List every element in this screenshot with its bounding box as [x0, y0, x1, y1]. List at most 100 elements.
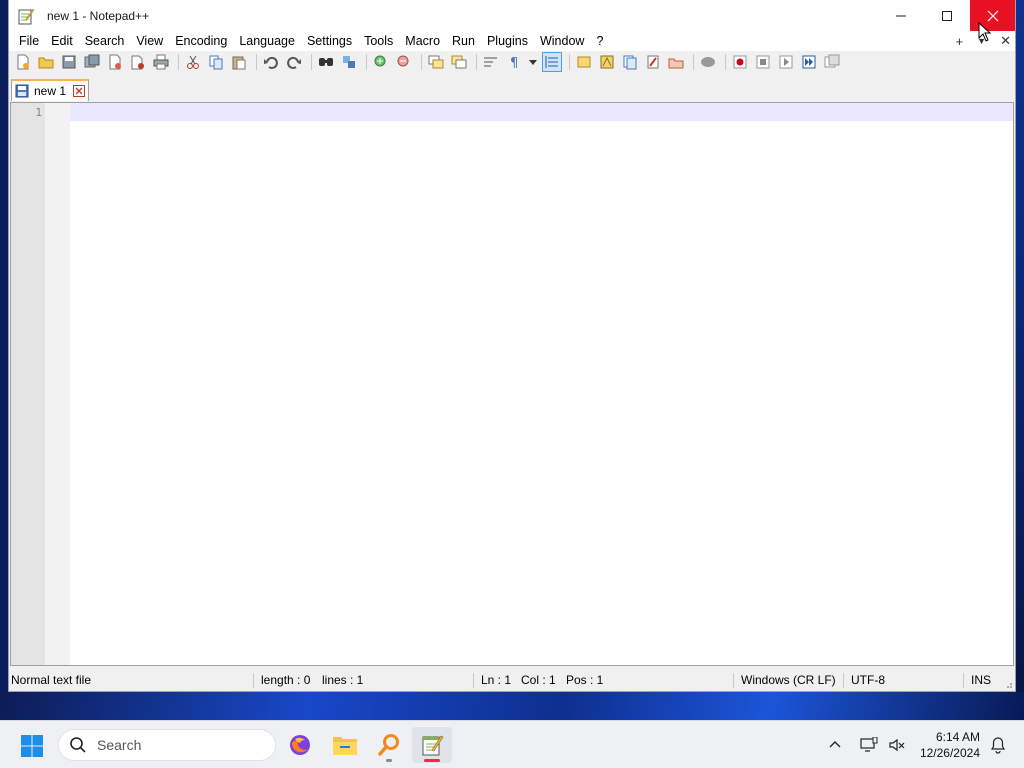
monitoring-button[interactable] — [666, 52, 686, 72]
zoom-in-icon — [374, 55, 386, 67]
taskbar-notepadpp[interactable] — [412, 727, 452, 763]
close-button[interactable] — [970, 0, 1015, 31]
status-length: length : 0 — [261, 673, 311, 687]
close-document-button[interactable]: ✕ — [1000, 33, 1011, 49]
status-eol[interactable]: Windows (CR LF) — [741, 670, 836, 691]
taskbar-firefox[interactable] — [280, 727, 320, 763]
notepadpp-app-icon[interactable] — [17, 7, 35, 25]
close-all-button[interactable] — [128, 52, 148, 72]
fold-margin[interactable] — [45, 103, 70, 665]
word-wrap-button[interactable] — [481, 52, 501, 72]
redo-button[interactable] — [284, 52, 304, 72]
menu-language[interactable]: Language — [233, 31, 301, 51]
record-macro-button[interactable] — [730, 52, 750, 72]
maximize-icon — [942, 10, 952, 21]
copy-icon — [209, 55, 223, 70]
taskbar-file-explorer[interactable] — [325, 727, 365, 763]
menu-bar: File Edit Search View Encoding Language … — [9, 31, 1015, 51]
status-divider — [733, 673, 734, 688]
record-macro-icon — [733, 55, 747, 69]
notepadpp-window: new 1 - Notepad++ File Edit Search View … — [8, 0, 1016, 692]
user-language-button[interactable] — [574, 52, 594, 72]
current-line-highlight[interactable] — [70, 103, 1013, 121]
status-encoding[interactable]: UTF-8 — [851, 670, 885, 691]
folder-workspace-button[interactable] — [643, 52, 663, 72]
user-language-icon — [577, 56, 591, 68]
toolbar-overflow-dropdown[interactable] — [527, 52, 539, 72]
undo-icon — [264, 56, 278, 69]
menu-edit[interactable]: Edit — [45, 31, 79, 51]
system-clock[interactable]: 6:14 AM 12/26/2024 — [920, 729, 980, 761]
doc-map-button[interactable] — [597, 52, 617, 72]
volume-muted-icon[interactable] — [888, 737, 906, 753]
minimize-button[interactable] — [878, 0, 924, 31]
document-tab-bar: new 1 — [9, 75, 1015, 102]
svg-text:¶: ¶ — [510, 56, 518, 70]
menu-search[interactable]: Search — [79, 31, 131, 51]
menu-encoding[interactable]: Encoding — [169, 31, 233, 51]
comment-button[interactable] — [698, 52, 718, 72]
run-macro-multiple-button[interactable] — [799, 52, 819, 72]
resize-grip-icon[interactable] — [1003, 679, 1013, 689]
menu-run[interactable]: Run — [446, 31, 481, 51]
taskbar-search[interactable]: Search — [58, 729, 276, 761]
notepadpp-icon — [422, 735, 444, 756]
new-file-icon — [17, 54, 29, 70]
indent-guide-button[interactable] — [542, 52, 562, 72]
minimize-icon — [896, 15, 906, 16]
status-divider — [963, 673, 964, 688]
menu-window[interactable]: Window — [534, 31, 590, 51]
status-bar: Normal text file length : 0 lines : 1 Ln… — [9, 670, 1015, 691]
taskbar-search-tool[interactable] — [369, 727, 409, 763]
tab-new-1[interactable]: new 1 — [11, 79, 89, 101]
undo-button[interactable] — [261, 52, 281, 72]
print-button[interactable] — [151, 52, 171, 72]
cut-button[interactable] — [183, 52, 203, 72]
save-button[interactable] — [59, 52, 79, 72]
close-file-button[interactable] — [105, 52, 125, 72]
save-macro-icon — [824, 54, 840, 68]
replace-button[interactable] — [339, 52, 359, 72]
zoom-out-button[interactable] — [394, 52, 414, 72]
open-file-button[interactable] — [36, 52, 56, 72]
status-line: Ln : 1 — [481, 673, 512, 687]
status-insert-mode[interactable]: INS — [971, 670, 991, 691]
stop-macro-button[interactable] — [753, 52, 773, 72]
find-button[interactable] — [316, 52, 336, 72]
toolbar-separator — [476, 54, 477, 70]
menu-settings[interactable]: Settings — [301, 31, 358, 51]
line-number: 1 — [35, 106, 42, 119]
function-list-button[interactable] — [620, 52, 640, 72]
text-editor[interactable]: 1 — [10, 102, 1014, 666]
save-all-button[interactable] — [82, 52, 102, 72]
copy-button[interactable] — [206, 52, 226, 72]
paste-button[interactable] — [229, 52, 249, 72]
zoom-in-button[interactable] — [371, 52, 391, 72]
menu-help[interactable]: ? — [590, 31, 609, 51]
menu-plugins[interactable]: Plugins — [481, 31, 534, 51]
maximize-button[interactable] — [924, 0, 970, 31]
chevron-up-icon[interactable] — [828, 738, 842, 752]
add-new-tab-button[interactable]: + — [956, 34, 964, 49]
network-icon[interactable] — [860, 737, 878, 753]
show-all-characters-button[interactable]: ¶ — [504, 52, 524, 72]
new-file-button[interactable] — [13, 52, 33, 72]
firefox-icon — [290, 735, 310, 755]
save-macro-button[interactable] — [822, 52, 842, 72]
tab-close-button[interactable] — [73, 85, 85, 97]
menu-macro[interactable]: Macro — [399, 31, 446, 51]
zoom-out-icon — [397, 55, 409, 67]
play-macro-button[interactable] — [776, 52, 796, 72]
sync-horizontal-button[interactable] — [449, 52, 469, 72]
menu-tools[interactable]: Tools — [358, 31, 399, 51]
menu-view[interactable]: View — [130, 31, 169, 51]
title-bar[interactable]: new 1 - Notepad++ — [9, 0, 1015, 31]
file-explorer-icon — [333, 737, 357, 755]
notification-bell-icon[interactable] — [990, 736, 1006, 754]
start-button[interactable] — [20, 734, 44, 758]
replace-icon — [343, 56, 355, 68]
menu-file[interactable]: File — [13, 31, 45, 51]
running-indicator — [386, 759, 392, 762]
sync-vertical-button[interactable] — [426, 52, 446, 72]
line-number-gutter: 1 — [11, 103, 45, 665]
